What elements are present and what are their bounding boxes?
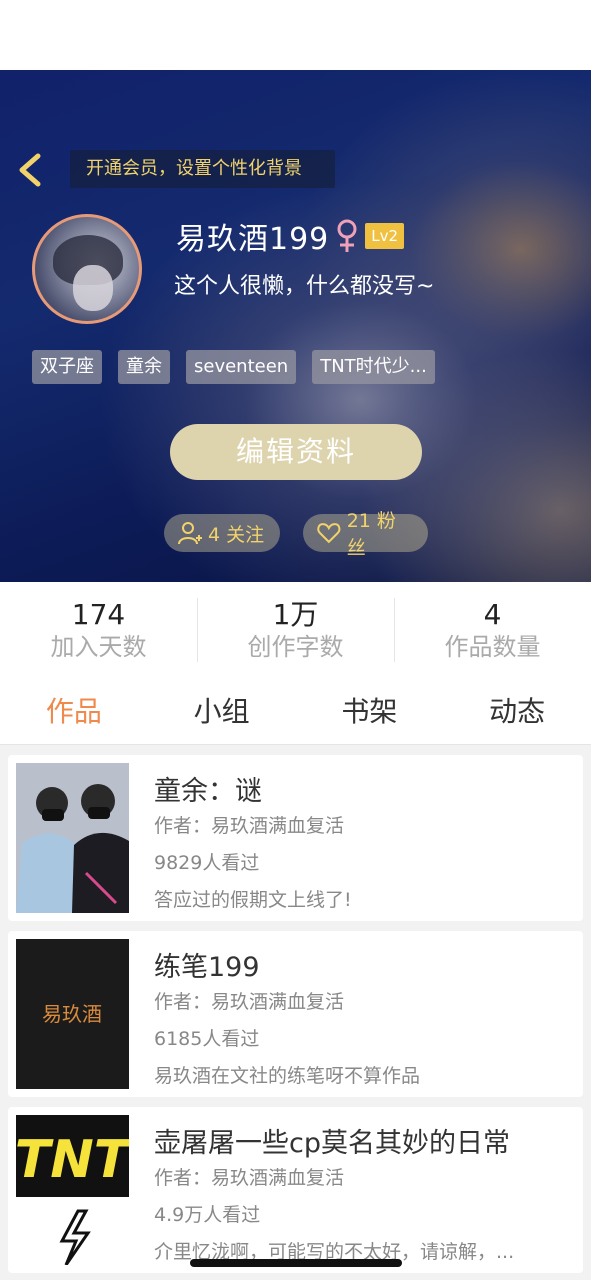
tab-bookshelf[interactable]: 书架 bbox=[296, 684, 444, 740]
stat-label: 作品数量 bbox=[444, 633, 541, 661]
works-list: 童余：谜 作者：易玖酒满血复活 9829人看过 答应过的假期文上线了! 易玖酒 … bbox=[0, 744, 591, 1280]
work-description: 答应过的假期文上线了! bbox=[154, 889, 352, 911]
stat-value: 174 bbox=[71, 598, 126, 631]
following-count: 4 关注 bbox=[208, 523, 265, 546]
work-cover-image: TNT bbox=[16, 1115, 129, 1265]
edit-profile-button[interactable]: 编辑资料 bbox=[170, 424, 422, 480]
username: 易玖酒199 bbox=[176, 222, 330, 257]
work-cover-image: 易玖酒 bbox=[16, 939, 129, 1089]
status-bar-area bbox=[0, 0, 591, 70]
work-title: 练笔199 bbox=[154, 952, 260, 983]
stat-works-count: 4 作品数量 bbox=[394, 582, 591, 674]
cover-photo-illustration bbox=[16, 763, 129, 913]
profile-header: 开通会员，设置个性化背景 易玖酒199 Lv2 这个人很懒，什么都没写~ 双子座… bbox=[0, 70, 591, 582]
stats-row: 174 加入天数 1万 创作字数 4 作品数量 bbox=[0, 582, 591, 674]
heart-icon bbox=[317, 523, 341, 544]
work-author: 作者：易玖酒满血复活 bbox=[154, 1167, 345, 1189]
level-badge: Lv2 bbox=[365, 223, 405, 249]
work-author: 作者：易玖酒满血复活 bbox=[154, 991, 345, 1013]
work-author: 作者：易玖酒满血复活 bbox=[154, 815, 345, 837]
cover-art: 易玖酒 bbox=[16, 939, 129, 1089]
stat-join-days: 174 加入天数 bbox=[0, 582, 197, 674]
work-title: 壶屠屠一些cp莫名其妙的日常 bbox=[154, 1128, 510, 1159]
avatar-face bbox=[73, 265, 113, 311]
work-card[interactable]: 易玖酒 练笔199 作者：易玖酒满血复活 6185人看过 易玖酒在文社的练笔呀不… bbox=[8, 931, 583, 1097]
username-row: 易玖酒199 Lv2 bbox=[176, 216, 405, 257]
vip-background-banner[interactable]: 开通会员，设置个性化背景 bbox=[70, 150, 335, 188]
tag[interactable]: TNT时代少... bbox=[312, 350, 435, 384]
stat-label: 创作字数 bbox=[247, 633, 344, 661]
work-views: 6185人看过 bbox=[154, 1028, 260, 1050]
cover-logo-text: TNT bbox=[16, 1130, 129, 1190]
female-icon bbox=[337, 219, 357, 252]
work-card[interactable]: TNT 壶屠屠一些cp莫名其妙的日常 作者：易玖酒满血复活 4.9万人看过 介里… bbox=[8, 1107, 583, 1273]
fans-count: 21 粉丝 bbox=[346, 510, 396, 559]
work-views: 4.9万人看过 bbox=[154, 1204, 261, 1226]
stat-label: 加入天数 bbox=[50, 633, 147, 661]
work-card[interactable]: 童余：谜 作者：易玖酒满血复活 9829人看过 答应过的假期文上线了! bbox=[8, 755, 583, 921]
user-add-icon bbox=[178, 522, 202, 545]
stat-word-count: 1万 创作字数 bbox=[197, 582, 394, 674]
work-views: 9829人看过 bbox=[154, 852, 260, 874]
bio-text: 这个人很懒，什么都没写~ bbox=[174, 274, 435, 299]
tag-list: 双子座 童余 seventeen TNT时代少... bbox=[32, 350, 435, 384]
back-arrow-icon[interactable] bbox=[14, 150, 46, 190]
tag[interactable]: 双子座 bbox=[32, 350, 102, 384]
work-description: 易玖酒在文社的练笔呀不算作品 bbox=[154, 1065, 421, 1087]
work-title: 童余：谜 bbox=[154, 776, 262, 807]
tab-groups[interactable]: 小组 bbox=[148, 684, 296, 740]
cover-calligraphy: 易玖酒 bbox=[42, 1002, 102, 1026]
home-indicator[interactable] bbox=[190, 1259, 402, 1267]
tnt-logo-cover: TNT bbox=[16, 1115, 129, 1265]
stat-value: 1万 bbox=[272, 598, 319, 631]
tag[interactable]: seventeen bbox=[186, 350, 297, 384]
tag[interactable]: 童余 bbox=[118, 350, 170, 384]
tab-activity[interactable]: 动态 bbox=[443, 684, 591, 740]
following-button[interactable]: 4 关注 bbox=[164, 514, 280, 552]
tab-bar: 作品 小组 书架 动态 bbox=[0, 684, 591, 740]
work-cover-image bbox=[16, 763, 129, 913]
stat-value: 4 bbox=[483, 598, 502, 631]
tab-works[interactable]: 作品 bbox=[0, 684, 148, 740]
avatar[interactable] bbox=[32, 214, 142, 324]
fans-button[interactable]: 21 粉丝 bbox=[303, 510, 428, 559]
